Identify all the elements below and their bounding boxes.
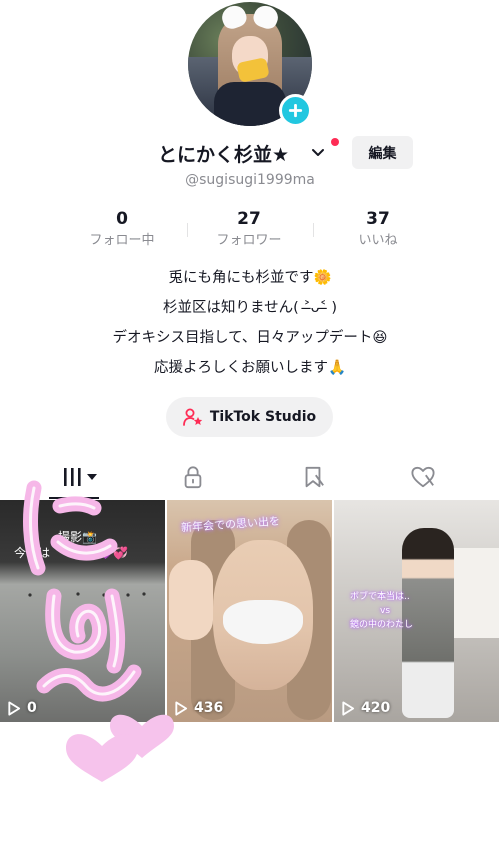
view-count: 420 [341, 700, 390, 716]
profile-bio: 兎にも角にも杉並です🌼 杉並区は知りません( ˃̶ᴗ˂̶ ) デオキシス目指して… [0, 263, 500, 383]
grid-icon [63, 468, 97, 486]
view-count-value: 436 [194, 700, 224, 716]
tab-videos[interactable] [18, 455, 143, 499]
creator-star-icon [182, 408, 203, 426]
bio-line: 応援よろしくお願いします🙏 [153, 360, 347, 376]
play-icon [8, 700, 21, 716]
video-caption: 撮影📸 [58, 530, 97, 544]
video-grid: 撮影📸 今年は 三昧💜💞 0 新年会での思い出を 436 ボブで本当は.. vs [0, 500, 500, 722]
view-count-value: 0 [27, 700, 37, 716]
bio-line: 杉並区は知りません( ˃̶ᴗ˂̶ ) [163, 300, 337, 316]
add-story-button[interactable] [279, 94, 312, 127]
tiktok-studio-label: TikTok Studio [209, 409, 317, 425]
bio-line: 兎にも角にも杉並です🌼 [168, 270, 332, 286]
view-count-value: 420 [361, 700, 391, 716]
following-stat[interactable]: 0 フォロー中 [62, 207, 182, 251]
birds-decoration [28, 592, 146, 597]
video-tile[interactable]: ボブで本当は.. vs 鏡の中のわたし 420 [334, 500, 499, 722]
name-row: とにかく杉並★ 編集 [0, 133, 500, 173]
tab-saved[interactable] [250, 455, 375, 499]
profile-stats: 0 フォロー中 27 フォロワー 37 いいね [0, 207, 500, 255]
stat-divider [187, 223, 188, 237]
followers-stat[interactable]: 27 フォロワー [189, 207, 309, 251]
profile-handle: @sugisugi1999ma [185, 172, 315, 188]
profile-username[interactable]: とにかく杉並★ [158, 140, 289, 167]
followers-count: 27 [237, 209, 261, 229]
likes-label: いいね [358, 233, 398, 248]
tab-liked[interactable] [360, 455, 485, 499]
followers-label: フォロワー [216, 233, 282, 248]
video-caption: 新年会での思い出を [180, 514, 281, 535]
likes-stat[interactable]: 37 いいね [318, 207, 438, 251]
play-icon [342, 700, 355, 716]
following-count: 0 [116, 209, 128, 229]
bio-line: デオキシス目指して、日々アップデート😆 [112, 330, 388, 346]
stat-divider [313, 223, 314, 237]
view-count: 436 [174, 700, 223, 716]
tiktok-studio-button[interactable]: TikTok Studio [166, 397, 333, 437]
following-label: フォロー中 [89, 233, 155, 248]
video-caption: ボブで本当は.. vs 鏡の中のわたし [350, 592, 414, 630]
heart-icon [410, 466, 435, 488]
bookmark-icon [305, 466, 324, 488]
chevron-down-icon[interactable] [311, 146, 325, 158]
heart-sticker-icon [66, 734, 138, 782]
profile-avatar-container[interactable] [188, 2, 312, 127]
view-count: 0 [7, 700, 37, 716]
video-tile[interactable]: 撮影📸 今年は 三昧💜💞 0 [0, 500, 165, 722]
notification-dot [331, 138, 339, 146]
likes-count: 37 [366, 209, 390, 229]
video-tile[interactable]: 新年会での思い出を 436 [167, 500, 332, 722]
active-tab-indicator [49, 497, 99, 499]
plus-icon [288, 103, 303, 118]
lock-icon [184, 466, 201, 489]
play-icon [175, 700, 188, 716]
tab-private[interactable] [130, 455, 255, 499]
edit-profile-button[interactable]: 編集 [352, 136, 413, 169]
content-tabs [0, 455, 500, 499]
video-caption: 今年は 三昧💜💞 [14, 546, 128, 560]
